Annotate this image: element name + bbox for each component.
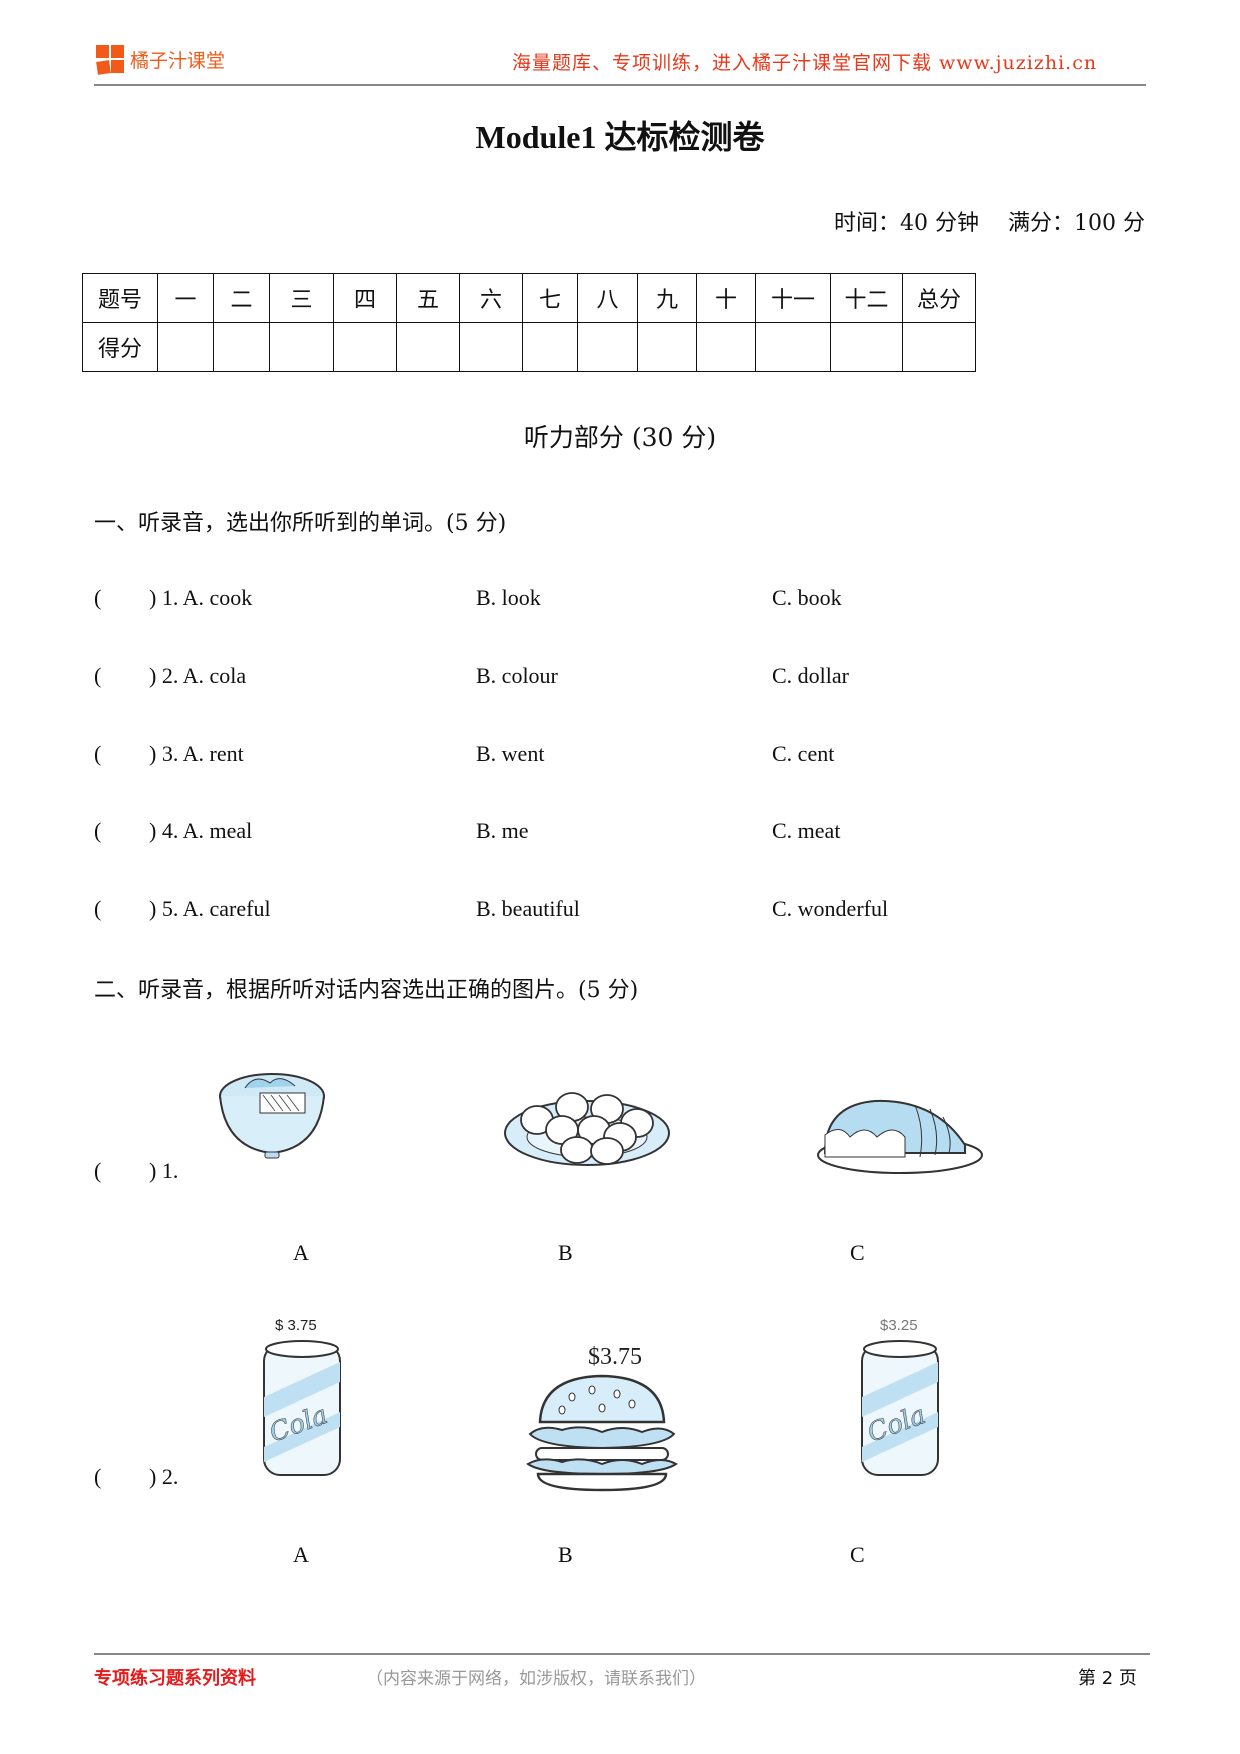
score-cell[interactable] [459,322,523,372]
score-cell[interactable] [157,322,214,372]
option-label: B [558,1240,573,1265]
row-header-question-number: 题号 [82,273,158,323]
score-cell[interactable] [522,322,578,372]
question-row: ( ) 2. [94,1464,1154,1494]
score-cell[interactable] [213,322,270,372]
question-row: ( ) 4. A. meal B. me C. meat [94,818,1154,848]
question-option-b: B. me [476,818,529,843]
brand-name: 橘子汁课堂 [130,50,226,72]
score-cell[interactable] [637,322,697,372]
noodle-bowl-icon [219,1073,325,1159]
score-cell[interactable] [396,322,460,372]
column-header: 四 [333,273,397,323]
time-score-info: 时间：40 分钟 满分：100 分 [834,211,1145,236]
footer-series-label: 专项练习题系列资料 [94,1668,256,1689]
footer-copyright-note: （内容来源于网络，如涉版权，请联系我们） [366,1669,706,1689]
option-label: C [850,1240,865,1265]
brand-logo-icon [96,45,126,75]
answer-blank-open[interactable]: ( [94,1464,101,1490]
column-header: 八 [577,273,638,323]
column-header: 二 [213,273,270,323]
column-header: 十 [696,273,756,323]
column-header-total: 总分 [902,273,976,323]
section1-heading: 一、听录音，选出你所听到的单词。(5 分) [94,511,507,536]
question-option-b: B. colour [476,663,558,688]
answer-blank-open[interactable]: ( [94,741,101,767]
question-option-a: ) 4. A. meal [149,818,253,843]
column-header: 五 [396,273,460,323]
option-label: C [850,1542,865,1567]
score-table-score-row: 得分 [82,322,976,372]
question-option-c: C. wonderful [772,896,889,921]
score-cell[interactable] [696,322,756,372]
question-number: ) 1. [149,1158,179,1183]
option-label: A [293,1542,309,1567]
option-label: A [293,1240,309,1265]
question-row: ( ) 1. [94,1158,1154,1188]
column-header: 十一 [755,273,831,323]
page-number: 第 2 页 [1078,1668,1137,1689]
option-label: B [558,1542,573,1567]
answer-blank-open[interactable]: ( [94,896,101,922]
question-option-c: C. dollar [772,663,849,688]
row-header-score: 得分 [82,322,158,372]
question-row: ( ) 2. A. cola B. colour C. dollar [94,663,1154,693]
column-header: 一 [157,273,214,323]
page-title: Module1 达标检测卷 [475,119,765,155]
answer-blank-open[interactable]: ( [94,818,101,844]
cola-can-icon: Cola [861,1340,939,1476]
question-option-c: C. book [772,585,842,610]
price-label: $3.25 [880,1317,918,1334]
column-header: 七 [522,273,578,323]
column-header: 十二 [830,273,903,323]
listening-section-title: 听力部分 (30 分) [523,423,717,452]
score-table: 题号 一 二 三 四 五 六 七 八 九 十 十一 十二 总分 得分 [82,273,976,372]
score-cell-total[interactable] [902,322,976,372]
score-table-header-row: 题号 一 二 三 四 五 六 七 八 九 十 十一 十二 总分 [82,273,976,323]
price-label: $3.75 [588,1344,642,1370]
answer-blank-open[interactable]: ( [94,1158,101,1184]
question-row: ( ) 5. A. careful B. beautiful C. wonder… [94,896,1154,926]
header-divider [94,84,1146,86]
section2-heading: 二、听录音，根据所听对话内容选出正确的图片。(5 分) [94,978,639,1003]
answer-blank-open[interactable]: ( [94,663,101,689]
column-header: 三 [269,273,334,323]
question-option-c: C. meat [772,818,841,843]
score-cell[interactable] [577,322,638,372]
question-option-b: B. look [476,585,541,610]
question-option-c: C. cent [772,741,835,766]
cola-can-icon: Cola [263,1340,341,1476]
question-option-b: B. beautiful [476,896,580,921]
question-option-a: ) 5. A. careful [149,896,271,921]
answer-blank-open[interactable]: ( [94,585,101,611]
footer-divider [94,1653,1150,1655]
question-option-b: B. went [476,741,545,766]
score-cell[interactable] [333,322,397,372]
score-cell[interactable] [830,322,903,372]
question-row: ( ) 1. A. cook B. look C. book [94,585,1154,615]
question-option-a: ) 1. A. cook [149,585,253,610]
column-header: 九 [637,273,697,323]
score-cell[interactable] [269,322,334,372]
score-cell[interactable] [755,322,831,372]
question-row: ( ) 3. A. rent B. went C. cent [94,741,1154,771]
price-label: $ 3.75 [275,1317,317,1334]
header-slogan[interactable]: 海量题库、专项训练，进入橘子汁课堂官网下载 www.juzizhi.cn [512,48,1097,75]
column-header: 六 [459,273,523,323]
question-number: ) 2. [149,1464,179,1489]
question-option-a: ) 2. A. cola [149,663,247,688]
question-option-a: ) 3. A. rent [149,741,244,766]
